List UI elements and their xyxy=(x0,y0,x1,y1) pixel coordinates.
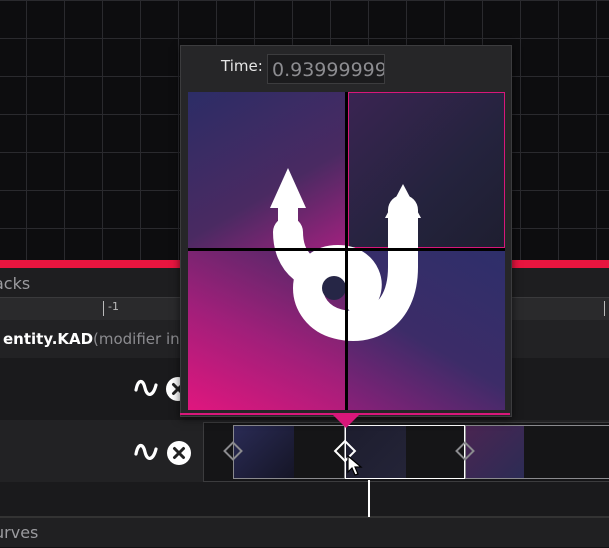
ruler-tick xyxy=(604,301,605,316)
ruler-tick-label: -1 xyxy=(108,300,119,313)
keyframe-clip[interactable] xyxy=(345,425,465,479)
keyframe-clip[interactable] xyxy=(233,425,345,479)
popup-pointer xyxy=(332,414,360,428)
mouse-cursor-icon xyxy=(347,455,363,476)
keyframe-preview-popup: Time: 0.93999999 xyxy=(180,45,512,417)
curves-header: urves xyxy=(0,517,609,547)
close-circle-icon[interactable] xyxy=(166,440,192,466)
sprite-frame-grid xyxy=(188,92,505,410)
keyframe-track[interactable] xyxy=(203,422,609,482)
thumbnail xyxy=(234,426,294,478)
time-label: Time: xyxy=(221,57,263,75)
thumbnail xyxy=(466,426,524,478)
double-arrow-logo xyxy=(188,92,505,410)
ruler-tick xyxy=(103,301,104,316)
curve-icon[interactable] xyxy=(133,439,159,465)
playhead[interactable] xyxy=(368,480,370,518)
keyframe-clip[interactable] xyxy=(465,425,609,479)
curve-icon[interactable] xyxy=(133,375,159,401)
time-input[interactable]: 0.93999999 xyxy=(267,54,385,84)
tracks-title: acks xyxy=(0,274,31,293)
entity-modifier: (modifier in xyxy=(93,330,180,348)
curves-title: urves xyxy=(0,523,39,542)
track-row[interactable] xyxy=(0,482,609,517)
entity-name: entity.KAD xyxy=(3,330,94,348)
